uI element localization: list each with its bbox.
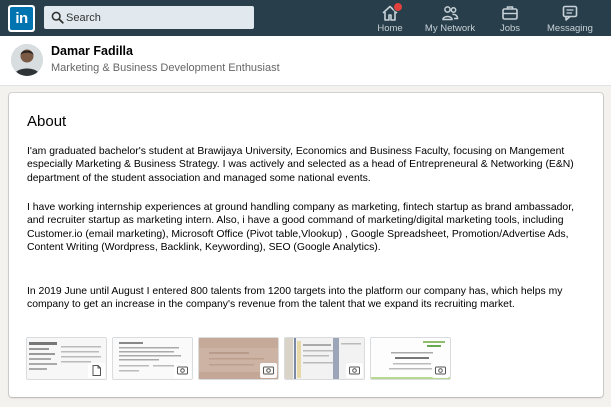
image-icon [260, 363, 277, 378]
nav-item-messaging[interactable]: Messaging [544, 0, 596, 36]
document-icon [88, 363, 105, 378]
about-paragraph: In 2019 June until August I entered 800 … [27, 286, 563, 311]
profile-sticky-bar: Damar Fadilla Marketing & Business Devel… [0, 36, 611, 86]
media-thumbnail[interactable] [198, 337, 279, 380]
nav-label-messaging: Messaging [547, 23, 593, 34]
media-thumbnail[interactable] [26, 337, 107, 380]
notification-badge [393, 2, 403, 12]
linkedin-logo[interactable]: in [8, 5, 35, 32]
nav-label-home: Home [377, 23, 403, 34]
image-icon [174, 363, 191, 378]
search-box[interactable] [44, 6, 254, 29]
profile-headline: Marketing & Business Development Enthusi… [51, 62, 280, 74]
media-thumbnail[interactable] [112, 337, 193, 380]
nav-label-jobs: Jobs [499, 23, 521, 34]
media-thumbnail[interactable] [284, 337, 365, 380]
search-icon [51, 11, 64, 24]
linkedin-logo-text: in [10, 7, 33, 30]
image-icon [432, 363, 449, 378]
media-thumbnail[interactable] [370, 337, 451, 380]
nav-item-home[interactable]: Home [368, 0, 412, 36]
avatar[interactable] [11, 44, 43, 76]
profile-name[interactable]: Damar Fadilla [51, 44, 133, 58]
about-card: About I'am graduated bachelor's student … [9, 93, 603, 397]
nav-label-my-network: My Network [424, 23, 476, 34]
jobs-icon [502, 6, 518, 20]
network-icon [442, 6, 459, 21]
nav-item-my-network[interactable]: My Network [420, 0, 480, 36]
about-heading: About [27, 113, 67, 130]
image-icon [346, 363, 363, 378]
avatar-image [11, 44, 43, 76]
about-paragraph: I'am graduated bachelor's student at Bra… [27, 146, 574, 184]
about-paragraph: I have working internship experiences at… [27, 202, 574, 254]
messaging-icon [562, 5, 578, 21]
global-nav: in Home My Network Jobs [0, 0, 611, 36]
search-input[interactable] [66, 6, 246, 29]
nav-item-jobs[interactable]: Jobs [492, 0, 528, 36]
